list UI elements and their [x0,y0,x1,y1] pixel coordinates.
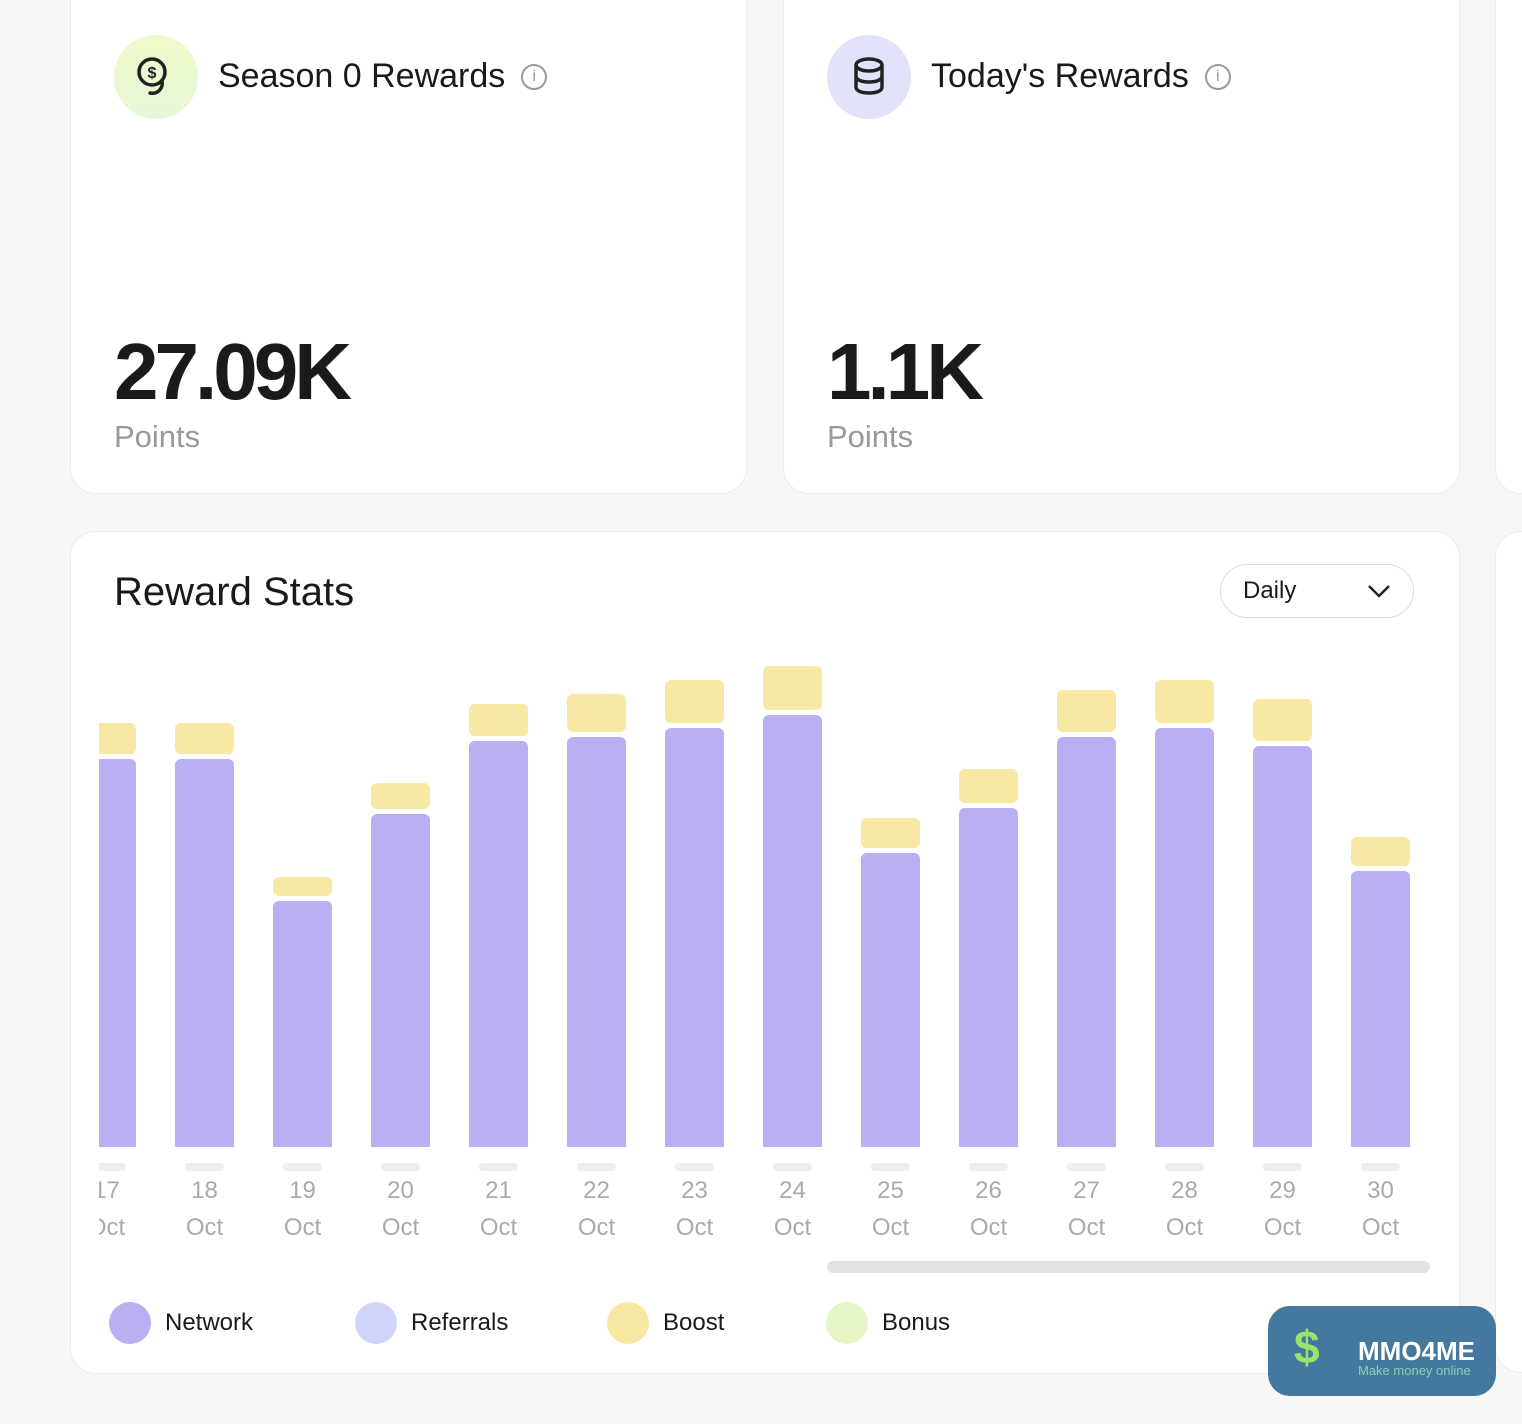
bar-network [763,715,822,1147]
points-unit: Points [827,419,914,454]
x-tick-label: 24 Oct [773,1177,812,1241]
x-tick-label: 19 Oct [283,1177,322,1241]
tick-mark [185,1163,224,1171]
tick-mark [1361,1163,1400,1171]
legend-boost: Boost [607,1302,724,1344]
title-text: Season 0 Rewards [218,57,506,95]
x-tick-label: 26 Oct [969,1177,1008,1241]
watermark-tagline: Make money online [1358,1363,1471,1378]
legend-label: Boost [663,1309,725,1336]
info-icon[interactable]: i [1204,63,1231,90]
legend-swatch [109,1302,151,1344]
x-tick-label: 29 Oct [1263,1177,1302,1241]
legend-label: Network [165,1309,254,1336]
bar-boost [861,818,920,848]
tick-mark [381,1163,420,1171]
legend-referrals: Referrals [355,1302,508,1344]
bar-network [1351,871,1410,1147]
card-title: Season 0 Rewards i [218,57,548,96]
bar-network [1155,728,1214,1147]
x-tick-label: 27 Oct [1067,1177,1106,1241]
bar-boost [273,877,332,896]
bar-network [959,808,1018,1147]
bar-boost [959,769,1018,803]
dollar-coins-icon: $ [114,35,198,119]
points-unit: Points [114,419,201,454]
bar-network [665,728,724,1147]
today-rewards-card: Today's Rewards i 1.1K Points [783,0,1460,494]
bar-boost [1351,837,1410,866]
coin-stack-icon [827,35,911,119]
reward-stats-title: Reward Stats [114,570,355,614]
tick-mark [1263,1163,1302,1171]
points-value: 27.09K [114,327,352,416]
bar-network [371,814,430,1147]
bar-boost [1057,690,1116,732]
x-tick-label: 23 Oct [675,1177,714,1241]
legend-network: Network [109,1302,253,1344]
legend-label: Referrals [411,1309,509,1336]
legend-label: Bonus [882,1309,951,1336]
tick-mark [283,1163,322,1171]
x-tick-label: 21 Oct [479,1177,518,1241]
tick-mark [479,1163,518,1171]
legend-swatch [355,1302,397,1344]
tick-mark [577,1163,616,1171]
x-tick-label: 18 Oct [185,1177,224,1241]
bar-network [567,737,626,1147]
legend-swatch [607,1302,649,1344]
bar-network [273,901,332,1147]
bar-boost [763,666,822,710]
tick-mark [1067,1163,1106,1171]
chart-scrollbar[interactable] [827,1261,1430,1273]
x-tick-label: 17Oct [99,1177,126,1241]
tick-mark [675,1163,714,1171]
x-tick-label: 22 Oct [577,1177,616,1241]
bar-boost [175,723,234,754]
partial-card [1495,531,1522,1373]
tick-mark [99,1163,126,1171]
partial-card [1495,0,1522,494]
x-tick-label: 25 Oct [871,1177,910,1241]
tick-mark [1165,1163,1204,1171]
period-value: Daily [1243,577,1297,604]
bar-boost [1253,699,1312,741]
tick-mark [773,1163,812,1171]
x-tick-label: 30 Oct [1361,1177,1400,1241]
bar-boost [371,783,430,809]
period-dropdown[interactable]: Daily [1220,564,1414,618]
bar-boost [567,694,626,732]
chart-area: 17Oct 18Oct 19Oct 20Oct 21Oct 22Oct 23Oct 24Oct… [99,640,1439,1260]
legend-bonus: Bonus [826,1302,950,1344]
points-value: 1.1K [827,327,984,416]
bar-boost [665,680,724,723]
bar-boost [1155,680,1214,723]
x-tick-label: 28 Oct [1165,1177,1204,1241]
bar-network [175,759,234,1147]
svg-text:$: $ [148,65,157,82]
season-rewards-card: $ Season 0 Rewards i 27.09K Points [70,0,747,494]
bar-network [469,741,528,1147]
legend-swatch [826,1302,868,1344]
bar-boost [469,704,528,736]
bar-network [99,759,136,1147]
tick-mark [871,1163,910,1171]
tick-mark [969,1163,1008,1171]
info-icon[interactable]: i [521,63,548,90]
watermark-logo: $ MMO4ME Make money online [1268,1306,1496,1396]
title-text: Today's Rewards [931,57,1189,95]
bar-network [861,853,920,1147]
x-tick-label: 20 Oct [381,1177,420,1241]
bar-network [1057,737,1116,1147]
card-title: Today's Rewards i [931,57,1231,96]
bar-network [1253,746,1312,1147]
bar-boost [99,723,136,754]
chevron-down-icon [1368,585,1390,598]
